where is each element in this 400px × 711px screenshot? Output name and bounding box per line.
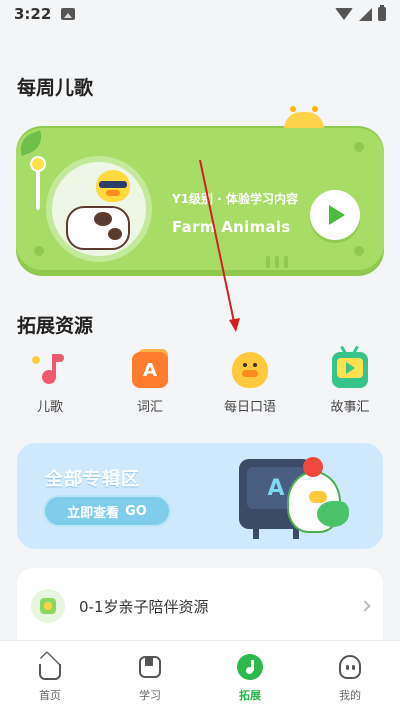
duck-with-sunglasses-icon (96, 170, 130, 202)
home-icon (36, 650, 64, 681)
tab-label: 首页 (39, 689, 61, 702)
song-level-text: Y1级别 · 体验学习内容 (172, 192, 298, 206)
tab-label: 我的 (339, 689, 361, 702)
cow-icon (66, 206, 130, 250)
status-bar: 3:22 (0, 0, 400, 28)
resources-title: 拓展资源 (17, 315, 94, 337)
music-note-circle-icon (236, 653, 264, 681)
resource-item-songs[interactable]: 儿歌 (0, 352, 100, 416)
tab-learn[interactable]: 学习 (100, 641, 200, 711)
resource-label: 故事汇 (330, 400, 370, 415)
battery-icon (378, 5, 386, 21)
wifi-icon (335, 8, 353, 20)
baby-resource-icon (31, 589, 65, 623)
tab-label: 拓展 (239, 689, 261, 702)
resource-list-card: 0-1岁亲子陪伴资源 (17, 568, 383, 648)
tab-home[interactable]: 首页 (0, 641, 100, 711)
resource-item-vocabulary[interactable]: A 词汇 (100, 349, 200, 416)
resources-grid: 儿歌 A 词汇 每日口语 故事汇 (0, 345, 400, 416)
tab-expand[interactable]: 拓展 (200, 641, 300, 711)
resource-label: 词汇 (136, 400, 163, 415)
weekly-songs-title: 每周儿歌 (17, 77, 94, 99)
turntable-knob (30, 156, 46, 172)
song-cover-disc (46, 156, 152, 262)
resource-item-daily-speaking[interactable]: 每日口语 (200, 352, 300, 416)
go-label: GO (125, 503, 147, 519)
cell-signal-icon (359, 7, 372, 21)
chevron-right-icon (359, 600, 371, 612)
all-albums-banner[interactable]: 全部专辑区 立即查看 GO A (17, 443, 383, 549)
resource-item-stories[interactable]: 故事汇 (300, 345, 400, 416)
song-card-body: Y1级别 · 体验学习内容 Farm Animals (15, 128, 384, 270)
music-note-icon (32, 352, 68, 388)
list-item-label: 0-1岁亲子陪伴资源 (79, 597, 209, 616)
status-time: 3:22 (14, 5, 52, 23)
list-item[interactable]: 0-1岁亲子陪伴资源 (17, 584, 383, 628)
song-title: Farm Animals (172, 218, 291, 236)
status-indicators (335, 5, 386, 21)
resource-label: 儿歌 (36, 400, 63, 415)
play-button[interactable] (310, 190, 360, 240)
tab-me[interactable]: 我的 (300, 641, 400, 711)
resource-label: 每日口语 (223, 400, 276, 415)
screw-decoration (34, 246, 44, 256)
album-banner-title: 全部专辑区 (45, 469, 140, 490)
screw-decoration (354, 142, 364, 152)
tv-play-icon (332, 345, 368, 388)
gallery-notification-icon (61, 8, 76, 20)
view-now-button[interactable]: 立即查看 GO (43, 495, 171, 527)
tab-label: 学习 (139, 689, 161, 702)
weekly-song-card[interactable]: Y1级别 · 体验学习内容 Farm Animals (15, 106, 384, 280)
letter-a-card-icon: A (132, 349, 168, 388)
book-icon (136, 653, 164, 681)
bottom-navigation: 首页 学习 拓展 我的 (0, 640, 400, 711)
speaker-grille (266, 256, 288, 268)
screw-decoration (354, 246, 364, 256)
profile-face-icon (336, 653, 364, 681)
view-now-label: 立即查看 (67, 505, 120, 521)
leaf-decoration-icon (15, 130, 47, 156)
parrot-mascot-icon (287, 457, 349, 533)
duck-icon (232, 352, 268, 388)
